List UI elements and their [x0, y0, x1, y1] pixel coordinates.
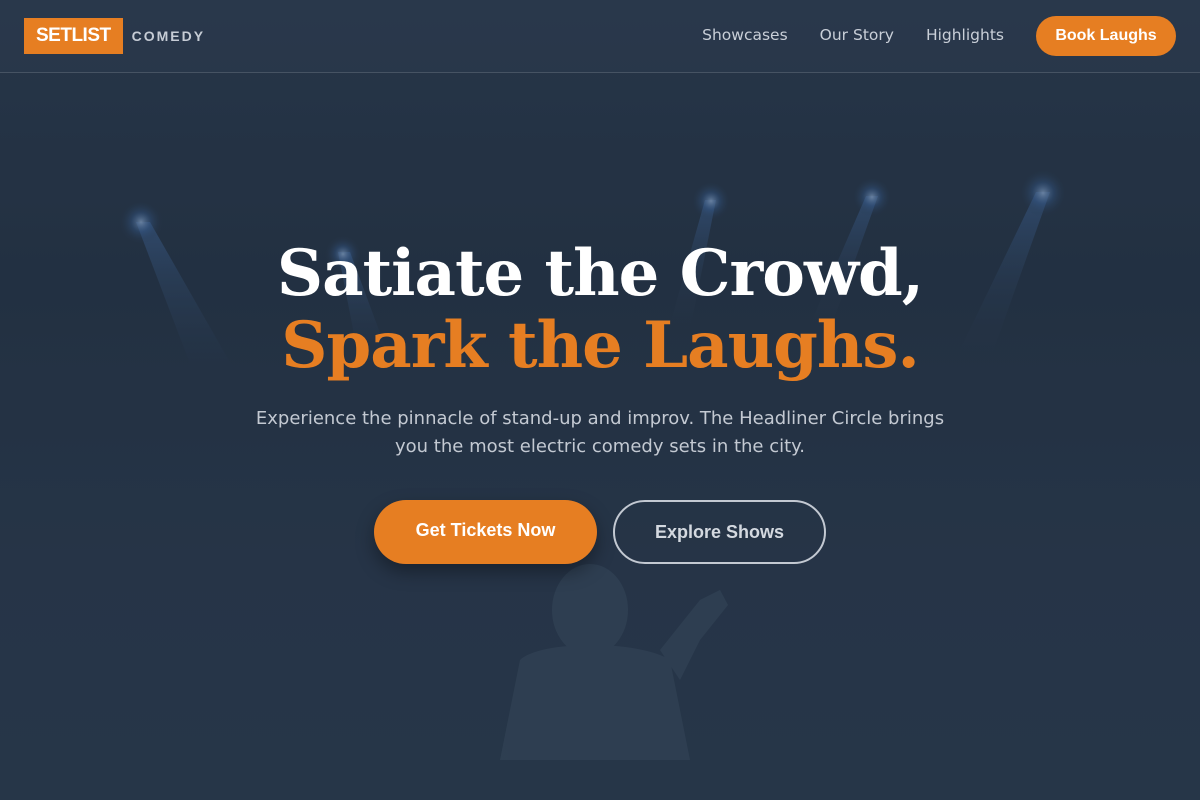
nav-link-showcases[interactable]: Showcases [702, 26, 788, 44]
hero-overlay [0, 0, 1200, 800]
hero-headline-line1: Satiate the Crowd, [276, 236, 924, 311]
get-tickets-button[interactable]: Get Tickets Now [374, 500, 597, 564]
book-laughs-button[interactable]: Book Laughs [1036, 16, 1176, 56]
hero-headline-line2: Spark the Laughs. [281, 308, 919, 383]
logo[interactable]: SETLIST COMEDY [24, 18, 205, 54]
logo-text: COMEDY [131, 28, 206, 44]
nav-links: Showcases Our Story Highlights [670, 26, 1004, 44]
explore-shows-button[interactable]: Explore Shows [613, 500, 826, 564]
hero-subtext: Experience the pinnacle of stand-up and … [255, 408, 945, 457]
logo-mark: SETLIST [24, 18, 123, 54]
nav-link-highlights[interactable]: Highlights [926, 26, 1004, 44]
navbar: SETLIST COMEDY Showcases Our Story Highl… [0, 0, 1200, 73]
nav-link-our-story[interactable]: Our Story [820, 26, 894, 44]
